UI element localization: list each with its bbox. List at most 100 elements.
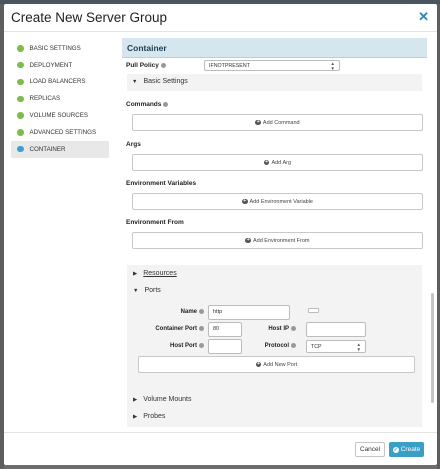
create-server-group-modal: Create New Server Group ✕ BASIC SETTINGS…: [4, 4, 437, 465]
sidebar-item-label: REPLICAS: [29, 95, 61, 103]
pull-policy-select[interactable]: IFNOTPRESENT ▲ ▼: [204, 60, 340, 71]
sidebar-item-label: CONTAINER: [29, 145, 66, 153]
host-ip-input[interactable]: [306, 322, 366, 337]
add-arg-button[interactable]: + Add Arg: [132, 154, 423, 171]
basic-settings-label: Basic Settings: [143, 78, 188, 85]
volume-mounts-label: Volume Mounts: [143, 396, 192, 403]
sidebar-item-advanced-settings[interactable]: ADVANCED SETTINGS: [11, 124, 109, 141]
status-dot-icon: [17, 78, 24, 86]
content-scrollbar[interactable]: [431, 293, 434, 403]
volume-mounts-toggle[interactable]: ▶ Volume Mounts: [133, 396, 191, 403]
container-port-label: Container Port: [132, 326, 204, 332]
add-command-label: Add Command: [262, 119, 300, 126]
chevron-down-icon: ▼: [133, 287, 139, 294]
protocol-label: Protocol: [246, 343, 296, 349]
commands-label: Commands: [126, 101, 169, 108]
protocol-label-text: Protocol: [264, 343, 289, 350]
modal-header: Create New Server Group ✕: [4, 4, 437, 32]
help-icon[interactable]: [163, 101, 169, 107]
port-name-input[interactable]: http: [208, 305, 290, 320]
plus-circle-icon: +: [245, 236, 251, 244]
plus-circle-icon: +: [255, 118, 261, 126]
add-env-var-label: Add Environment Variable: [249, 198, 314, 205]
port-name-label: Name: [152, 309, 204, 315]
plus-circle-icon: +: [242, 197, 248, 205]
pull-policy-label-text: Pull Policy: [126, 62, 159, 69]
protocol-select[interactable]: TCP ▲ ▼: [306, 340, 366, 353]
modal-title: Create New Server Group: [11, 10, 168, 25]
commands-label-text: Commands: [126, 101, 162, 108]
plus-circle-icon: +: [263, 158, 270, 166]
check-circle-icon: ✓: [392, 446, 399, 453]
host-port-label: Host Port: [132, 343, 204, 349]
sidebar-item-replicas[interactable]: REPLICAS: [11, 90, 109, 107]
basic-settings-toggle[interactable]: ▼ Basic Settings: [132, 78, 188, 85]
select-caret-icon: ▲ ▼: [356, 341, 361, 352]
sidebar-item-load-balancers[interactable]: LOAD BALANCERS: [11, 74, 109, 91]
host-ip-label-text: Host IP: [268, 326, 289, 333]
status-dot-icon: [17, 45, 24, 52]
help-icon[interactable]: [160, 62, 166, 68]
environment-variables-label: Environment Variables: [126, 180, 196, 187]
environment-from-label: Environment From: [126, 219, 184, 226]
args-label-text: Args: [126, 141, 141, 148]
sidebar-item-label: ADVANCED SETTINGS: [29, 128, 97, 136]
args-label: Args: [126, 141, 141, 148]
resources-toggle[interactable]: ▶ Resources: [133, 270, 177, 277]
env-from-label-text: Environment From: [126, 219, 184, 226]
ports-toggle[interactable]: ▼ Ports: [133, 287, 161, 294]
protocol-value: TCP: [311, 343, 322, 350]
status-dot-icon: [17, 95, 24, 103]
sidebar-item-basic-settings[interactable]: BASIC SETTINGS: [11, 40, 109, 57]
sidebar-item-volume-sources[interactable]: VOLUME SOURCES: [11, 107, 109, 124]
add-command-button[interactable]: + Add Command: [132, 114, 423, 131]
sidebar-item-container[interactable]: CONTAINER: [11, 140, 109, 158]
chevron-right-icon: ▶: [133, 396, 138, 403]
port-name-label-text: Name: [180, 309, 197, 316]
help-icon[interactable]: [199, 309, 204, 314]
port-remove-toggle[interactable]: [308, 308, 319, 313]
add-new-port-button[interactable]: + Add New Port: [138, 356, 415, 373]
chevron-right-icon: ▶: [133, 413, 138, 420]
env-vars-label-text: Environment Variables: [126, 180, 197, 187]
create-button[interactable]: ✓ Create: [389, 442, 424, 457]
host-port-input[interactable]: [208, 339, 242, 354]
help-icon[interactable]: [199, 326, 204, 331]
sidebar-item-label: VOLUME SOURCES: [29, 112, 88, 120]
pull-policy-value: IFNOTPRESENT: [209, 62, 250, 69]
cancel-button[interactable]: Cancel: [355, 442, 385, 457]
sidebar-item-label: BASIC SETTINGS: [29, 44, 81, 52]
status-dot-icon: [17, 129, 24, 136]
probes-toggle[interactable]: ▶ Probes: [133, 413, 165, 420]
wizard-sidebar: BASIC SETTINGS DEPLOYMENT LOAD BALANCERS…: [11, 40, 109, 158]
chevron-right-icon: ▶: [133, 270, 138, 277]
section-title: Container: [122, 38, 427, 58]
help-icon[interactable]: [199, 343, 204, 348]
status-dot-icon: [17, 61, 24, 69]
chevron-down-icon: ▼: [132, 78, 138, 85]
modal-footer: Cancel ✓ Create: [4, 432, 437, 465]
container-port-input[interactable]: 80: [208, 322, 242, 337]
probes-label: Probes: [143, 413, 166, 420]
create-label: Create: [400, 446, 421, 453]
sidebar-item-label: LOAD BALANCERS: [29, 78, 86, 86]
add-new-port-label: Add New Port: [263, 361, 298, 368]
help-icon[interactable]: [291, 343, 296, 348]
pull-policy-label: Pull Policy: [126, 62, 166, 69]
host-ip-label: Host IP: [246, 326, 296, 332]
add-environment-variable-button[interactable]: + Add Environment Variable: [132, 193, 423, 210]
ports-label: Ports: [144, 287, 161, 294]
select-caret-icon: ▲ ▼: [330, 60, 335, 71]
help-icon[interactable]: [291, 326, 296, 331]
close-icon[interactable]: ✕: [418, 9, 429, 25]
sidebar-item-label: DEPLOYMENT: [29, 61, 73, 69]
sidebar-item-deployment[interactable]: DEPLOYMENT: [11, 57, 109, 74]
resources-label: Resources: [143, 270, 177, 277]
container-port-label-text: Container Port: [155, 326, 197, 333]
host-port-label-text: Host Port: [170, 343, 197, 350]
add-arg-label: Add Arg: [271, 159, 292, 166]
status-dot-icon: [17, 112, 24, 119]
plus-circle-icon: +: [255, 360, 262, 368]
container-panel: Container Pull Policy IFNOTPRESENT ▲ ▼ ▼ …: [122, 38, 427, 430]
add-environment-from-button[interactable]: + Add Environment From: [132, 232, 423, 249]
